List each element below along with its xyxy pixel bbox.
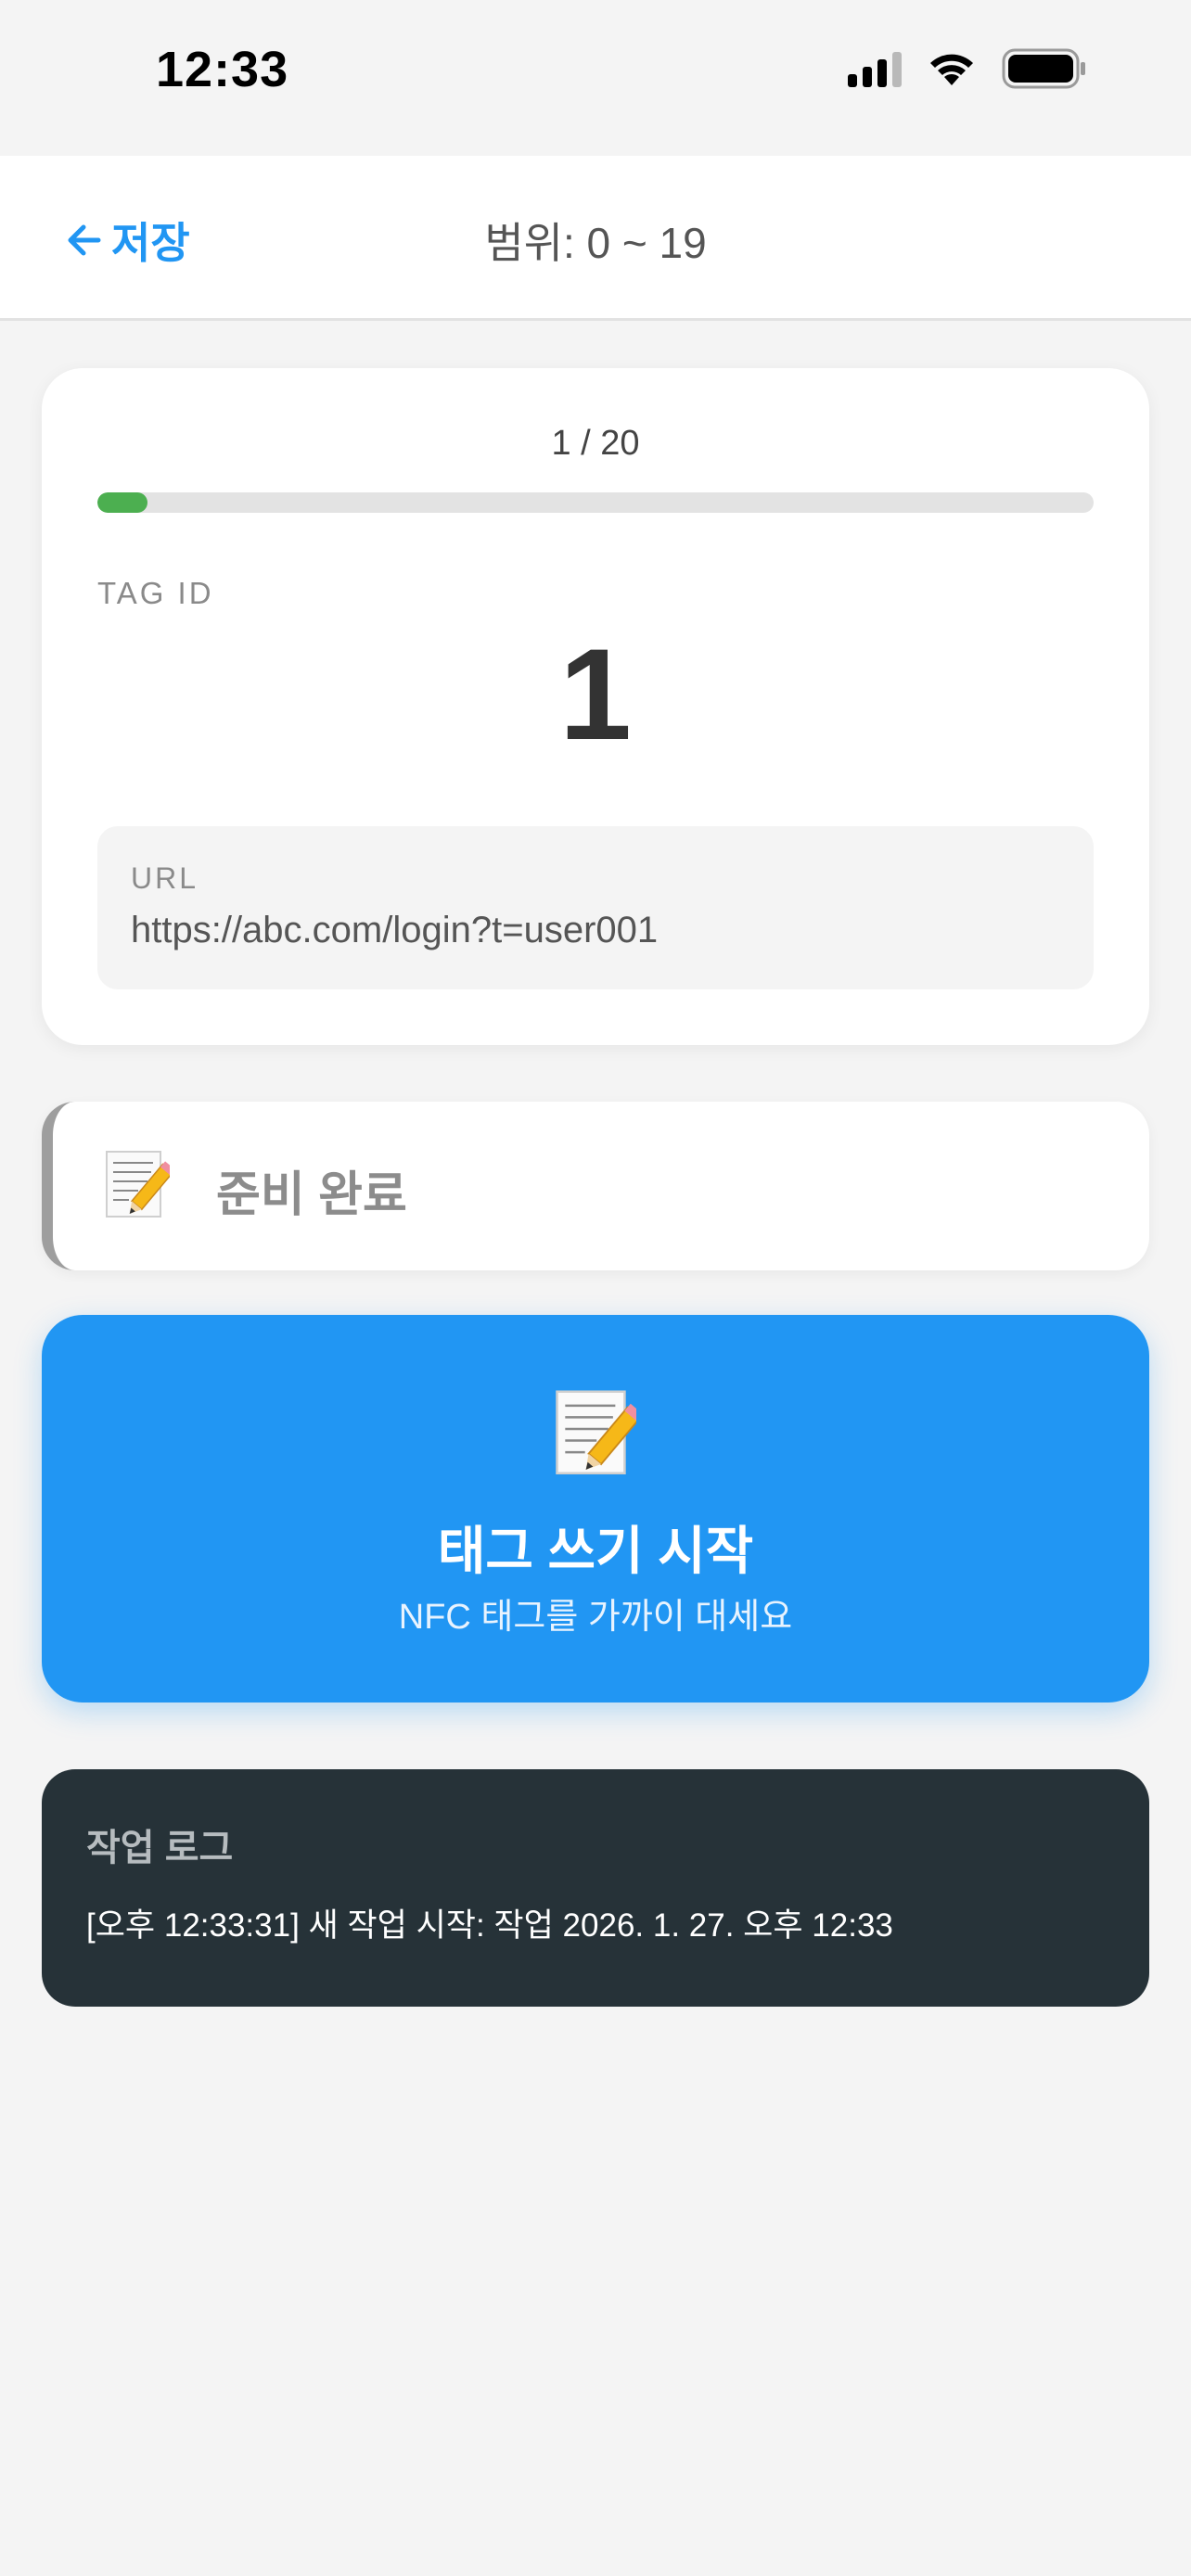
status-label: 준비 완료	[216, 1168, 407, 1222]
start-button-subtitle: NFC 태그를 가까이 대세요	[398, 1598, 793, 1637]
start-button-title: 태그 쓰기 시작	[437, 1522, 754, 1580]
status-bar: 12:33	[0, 0, 1191, 156]
tag-id-value: 1	[559, 621, 632, 767]
progress-count: 1 / 20	[551, 424, 640, 463]
url-label: URL	[131, 861, 199, 895]
status-card: 준비 완료	[42, 1102, 1149, 1270]
status-icons	[848, 48, 1087, 89]
tag-id-label: TAG ID	[97, 576, 214, 610]
battery-icon	[1002, 48, 1085, 89]
memo-pencil-icon	[106, 1151, 170, 1218]
status-time: 12:33	[156, 42, 289, 97]
progress-card: 1 / 20 TAG ID 1 URL https://abc.com/logi…	[42, 368, 1149, 1045]
wifi-icon	[930, 54, 973, 85]
progress-bar-fill	[97, 492, 147, 513]
cellular-signal-icon	[848, 50, 902, 87]
start-write-button[interactable]: 태그 쓰기 시작 NFC 태그를 가까이 대세요	[42, 1315, 1149, 1702]
url-box: URL https://abc.com/login?t=user001	[97, 826, 1094, 989]
page-title: 범위: 0 ~ 19	[484, 219, 707, 267]
memo-pencil-icon	[556, 1390, 636, 1474]
progress-bar	[97, 492, 1094, 513]
url-value: https://abc.com/login?t=user001	[131, 910, 659, 950]
log-panel: 작업 로그 [오후 12:33:31] 새 작업 시작: 작업 2026. 1.…	[42, 1769, 1149, 2007]
log-title: 작업 로그	[86, 1828, 234, 1868]
nav-header: 저장 범위: 0 ~ 19	[0, 156, 1191, 321]
log-entry: [오후 12:33:31] 새 작업 시작: 작업 2026. 1. 27. 오…	[86, 1907, 893, 1944]
